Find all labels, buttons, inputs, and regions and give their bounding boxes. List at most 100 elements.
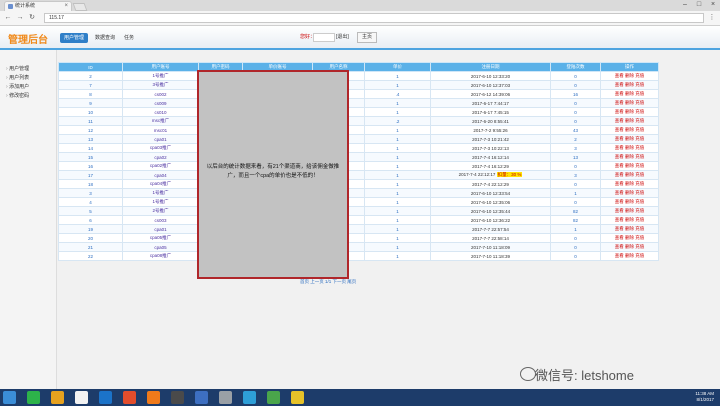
table-cell: 0 bbox=[550, 80, 601, 90]
table-cell: 2017-7-3 10:22:13 bbox=[430, 143, 551, 153]
sidebar-item-user-list[interactable]: 用户列表 bbox=[6, 75, 29, 81]
row-actions[interactable]: 查看 删除 充值 bbox=[600, 143, 659, 153]
table-cell: 2017-7-3 10:21:42 bbox=[430, 134, 551, 144]
folder-icon[interactable] bbox=[75, 391, 88, 404]
window-icon[interactable] bbox=[99, 391, 112, 404]
favicon-icon bbox=[8, 4, 13, 9]
maximize-icon[interactable]: □ bbox=[692, 0, 706, 10]
sidebar-item-add-user[interactable]: 添加用户 bbox=[6, 84, 29, 90]
table-row: 11 msc推广 .2 2017-6-20 8:55:41 0 查看 删除 充值 bbox=[58, 116, 659, 126]
reload-icon[interactable]: ↻ bbox=[27, 13, 37, 23]
url-input[interactable]: 115.17 bbox=[44, 13, 704, 23]
row-actions[interactable]: 查看 删除 充值 bbox=[600, 134, 659, 144]
row-actions[interactable]: 查看 删除 充值 bbox=[600, 89, 659, 99]
row-actions[interactable]: 查看 删除 充值 bbox=[600, 116, 659, 126]
table-cell: cs003 bbox=[122, 215, 199, 225]
logout-link[interactable]: [退出] bbox=[336, 33, 349, 41]
table-cell: 13 bbox=[58, 134, 123, 144]
row-actions[interactable]: 查看 删除 充值 bbox=[600, 188, 659, 198]
home-button[interactable]: 主页 bbox=[357, 32, 377, 43]
table-cell: 12 bbox=[58, 125, 123, 135]
browser-menu-icon[interactable]: ⋮ bbox=[708, 14, 716, 22]
app-icon[interactable] bbox=[243, 391, 256, 404]
firefox-icon[interactable] bbox=[147, 391, 160, 404]
row-actions[interactable]: 查看 删除 充值 bbox=[600, 107, 659, 117]
table-row: 7 3号推广 1 2017-6-10 12:37:03 0 查看 删除 充值 bbox=[58, 80, 659, 90]
table-cell: 2017-6-10 12:33:54 bbox=[430, 188, 551, 198]
table-row: 13 cpa01 1 2017-7-3 10:21:42 2 查看 删除 充值 bbox=[58, 134, 659, 144]
minimize-icon[interactable]: – bbox=[678, 0, 692, 10]
chrome-icon[interactable] bbox=[123, 391, 136, 404]
column-header: 操作 bbox=[600, 62, 659, 72]
ie-icon[interactable] bbox=[27, 391, 40, 404]
tab-data-query[interactable]: 数据查询 bbox=[91, 33, 119, 43]
row-actions[interactable]: 查看 删除 充值 bbox=[600, 179, 659, 189]
row-actions[interactable]: 查看 删除 充值 bbox=[600, 251, 659, 261]
terminal-icon[interactable] bbox=[171, 391, 184, 404]
back-icon[interactable]: ← bbox=[3, 13, 13, 23]
table-cell: msc01 bbox=[122, 125, 199, 135]
table-cell: 10 bbox=[58, 107, 123, 117]
tab-close-icon[interactable]: × bbox=[64, 2, 68, 11]
row-actions[interactable]: 查看 删除 充值 bbox=[600, 197, 659, 207]
table-cell: 21 bbox=[58, 242, 123, 252]
new-tab-button[interactable] bbox=[72, 3, 88, 11]
column-header: 注册日期 bbox=[430, 62, 551, 72]
table-cell: 1 bbox=[364, 242, 431, 252]
row-actions[interactable]: 查看 删除 充值 bbox=[600, 71, 659, 81]
table-cell: 1 bbox=[364, 179, 431, 189]
pagination[interactable]: 首页 上一页 1/1 下一页 尾页 bbox=[300, 279, 356, 285]
table-cell: 1 bbox=[364, 206, 431, 216]
row-actions[interactable]: 查看 删除 充值 bbox=[600, 152, 659, 162]
tab-tasks[interactable]: 任务 bbox=[120, 33, 138, 43]
table-cell: cs010 bbox=[122, 107, 199, 117]
app-icon[interactable] bbox=[219, 391, 232, 404]
table-row: 5 2号推广 1 2017-6-10 12:35:44 82 查看 删除 充值 bbox=[58, 206, 659, 216]
annotation-text: 以后台的统计数据来看，有21个渠道商，给该佣金做推广，而且一个cpa的单价也是不… bbox=[206, 164, 340, 179]
browser-tab[interactable]: 统计系统 × bbox=[4, 1, 72, 11]
table-cell: 2017-6-10 12:35:06 bbox=[430, 197, 551, 207]
app-icon[interactable] bbox=[51, 391, 64, 404]
table-cell: 2号推广 bbox=[122, 206, 199, 216]
table-cell: 2017-7-4 16:12:14 bbox=[430, 152, 551, 162]
app-icon[interactable] bbox=[291, 391, 304, 404]
row-actions[interactable]: 查看 删除 充值 bbox=[600, 170, 659, 180]
table-cell: 82 bbox=[550, 206, 601, 216]
row-actions[interactable]: 查看 删除 充值 bbox=[600, 215, 659, 225]
table-row: 12 msc01 1 2017-7-2 9:55:26 43 查看 删除 充值 bbox=[58, 125, 659, 135]
table-cell: 1 bbox=[364, 215, 431, 225]
table-cell: 1 bbox=[364, 134, 431, 144]
table-cell: 1 bbox=[364, 233, 431, 243]
start-icon[interactable] bbox=[3, 391, 16, 404]
row-actions[interactable]: 查看 删除 充值 bbox=[600, 242, 659, 252]
table-cell: 1 bbox=[364, 107, 431, 117]
table-cell: 2017-7-7 22:58:14 bbox=[430, 233, 551, 243]
row-actions[interactable]: 查看 删除 充值 bbox=[600, 206, 659, 216]
table-cell: 1 bbox=[364, 71, 431, 81]
forward-icon[interactable]: → bbox=[15, 13, 25, 23]
table-cell: 19 bbox=[58, 224, 123, 234]
table-cell: cpa01 bbox=[122, 134, 199, 144]
table-cell: 2017-6-17 7:45:15 bbox=[430, 107, 551, 117]
row-actions[interactable]: 查看 删除 充值 bbox=[600, 80, 659, 90]
table-cell: cpa08推广 bbox=[122, 251, 199, 261]
table-cell: 1 bbox=[364, 170, 431, 180]
table-cell: 1 bbox=[364, 80, 431, 90]
table-cell: 0 bbox=[550, 71, 601, 81]
table-cell: 2017-7-4 22:12:17 扣量：30 % bbox=[430, 170, 551, 180]
table-cell: 6 bbox=[58, 215, 123, 225]
row-actions[interactable]: 查看 删除 充值 bbox=[600, 125, 659, 135]
app-icon[interactable] bbox=[267, 391, 280, 404]
sidebar-item-change-password[interactable]: 修改密码 bbox=[6, 93, 29, 99]
sidebar-item-user-management[interactable]: 用户管理 bbox=[6, 66, 29, 72]
table-row: 2 1号推广 1 2017-6-10 12:33:20 0 查看 删除 充值 bbox=[58, 71, 659, 81]
close-window-icon[interactable]: × bbox=[706, 0, 720, 10]
row-actions[interactable]: 查看 删除 充值 bbox=[600, 224, 659, 234]
app-icon[interactable] bbox=[195, 391, 208, 404]
row-actions[interactable]: 查看 删除 充值 bbox=[600, 98, 659, 108]
row-actions[interactable]: 查看 删除 充值 bbox=[600, 161, 659, 171]
tab-user-management[interactable]: 用户管理 bbox=[60, 33, 89, 43]
table-cell: cpa05推广 bbox=[122, 233, 199, 243]
row-actions[interactable]: 查看 删除 充值 bbox=[600, 233, 659, 243]
table-cell: 11 bbox=[58, 116, 123, 126]
